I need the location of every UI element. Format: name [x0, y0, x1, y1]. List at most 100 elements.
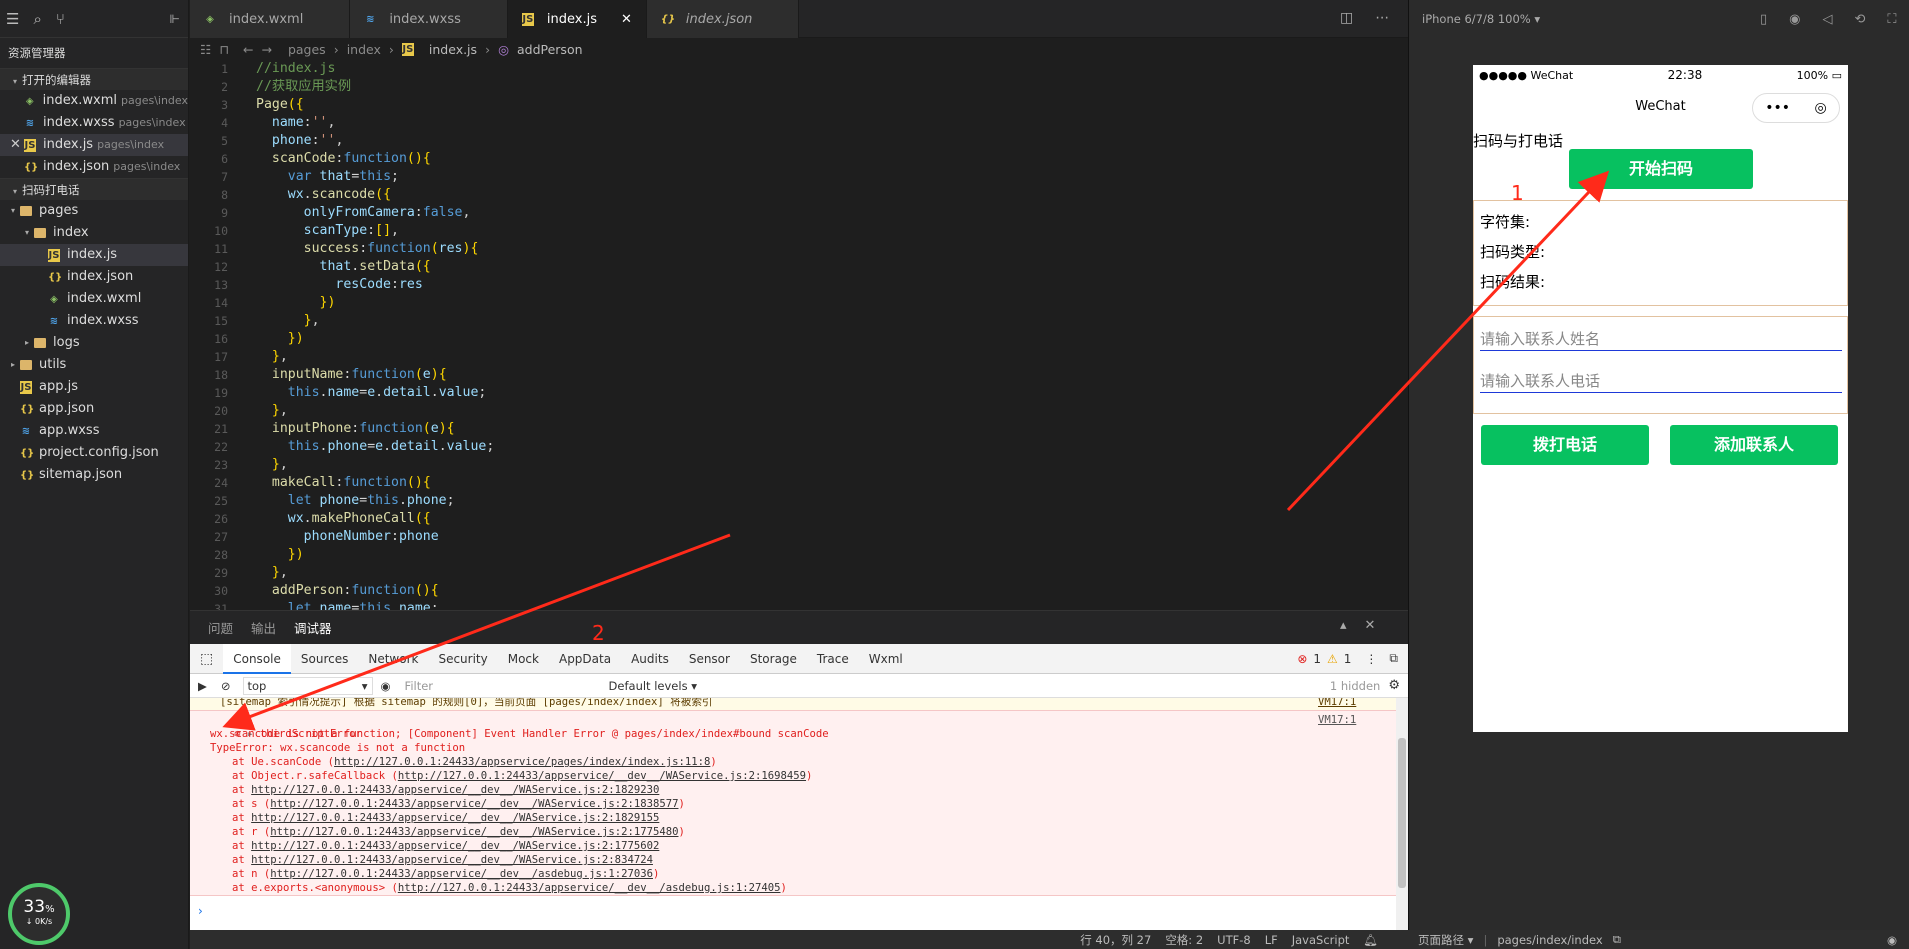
page-path-label[interactable]: 页面路径 ▾	[1418, 932, 1473, 948]
inspect-icon[interactable]: ⬚	[190, 651, 223, 667]
search-icon[interactable]: ⌕	[33, 10, 41, 28]
code-line[interactable]: this.name=e.detail.value;	[256, 384, 494, 402]
devtools-menu-icon[interactable]: ⋮	[1365, 652, 1377, 666]
undock-icon[interactable]: ⧉	[1389, 651, 1398, 666]
close-icon[interactable]: ✕	[10, 134, 24, 156]
warning-count[interactable]: 1	[1344, 652, 1352, 666]
stack-frame-link[interactable]: http://127.0.0.1:24433/appservice/__dev_…	[270, 826, 678, 838]
console-scrollbar[interactable]	[1396, 698, 1408, 930]
code-line[interactable]: name:'',	[256, 114, 494, 132]
stack-frame-link[interactable]: http://127.0.0.1:24433/appservice/__dev_…	[251, 854, 653, 866]
volume-icon[interactable]: ◁	[1823, 12, 1833, 27]
code-line[interactable]: },	[256, 456, 494, 474]
tab-index-js[interactable]: JS index.js ✕	[507, 0, 647, 38]
make-call-button[interactable]: 拨打电话	[1481, 425, 1649, 465]
stack-frame-link[interactable]: http://127.0.0.1:24433/appservice/pages/…	[334, 756, 710, 768]
devtools-tab-network[interactable]: Network	[358, 644, 428, 674]
code-line[interactable]: },	[256, 312, 494, 330]
crumb-symbol[interactable]: addPerson	[517, 42, 583, 57]
code-line[interactable]: scanType:[],	[256, 222, 494, 240]
source-control-icon[interactable]: ⑂	[56, 10, 65, 28]
cursor-position[interactable]: 行 40，列 27	[1080, 932, 1151, 948]
devtools-tab-mock[interactable]: Mock	[498, 644, 549, 674]
notification-icon[interactable]: 🔔︎	[1363, 933, 1378, 947]
forward-icon[interactable]: →	[261, 42, 271, 57]
open-editors-header[interactable]: ▾ 打开的编辑器	[0, 68, 188, 90]
tree-folder[interactable]: ▾ pages	[0, 200, 188, 222]
devtools-tab-wxml[interactable]: Wxml	[859, 644, 913, 674]
code-line[interactable]: var that=this;	[256, 168, 494, 186]
code-line[interactable]: let phone=this.phone;	[256, 492, 494, 510]
devtools-tab-audits[interactable]: Audits	[621, 644, 679, 674]
levels-select[interactable]: Default levels ▾	[609, 679, 697, 693]
tree-file[interactable]: {} project.config.json	[0, 442, 188, 464]
tree-file[interactable]: {} app.json	[0, 398, 188, 420]
split-editor-icon[interactable]: ◫	[1340, 10, 1353, 26]
code-line[interactable]: inputPhone:function(e){	[256, 420, 494, 438]
maximize-panel-icon[interactable]: ▴	[1340, 618, 1347, 633]
devtools-tab-sources[interactable]: Sources	[291, 644, 358, 674]
device-select[interactable]: iPhone 6/7/8 100% ▾	[1422, 12, 1540, 26]
more-icon[interactable]: ⋯	[1375, 10, 1389, 26]
crumb-pages[interactable]: pages	[288, 42, 326, 57]
code-line[interactable]: inputName:function(e){	[256, 366, 494, 384]
code-line[interactable]: })	[256, 294, 494, 312]
eye-icon[interactable]: ◉	[373, 679, 399, 693]
code-line[interactable]: this.phone=e.detail.value;	[256, 438, 495, 456]
code-line[interactable]: success:function(res){	[256, 240, 494, 258]
context-select[interactable]: top ▾	[242, 676, 373, 695]
add-contact-button[interactable]: 添加联系人	[1670, 425, 1838, 465]
preview-eye-icon[interactable]: ◉	[1887, 933, 1897, 947]
code-line[interactable]: })	[256, 546, 494, 564]
contact-phone-input[interactable]: 请输入联系人电话	[1480, 365, 1842, 393]
debug-icon[interactable]: ⊩	[170, 12, 180, 26]
clear-console-icon[interactable]: ⊘	[215, 679, 237, 693]
code-line[interactable]: //index.js	[256, 60, 494, 78]
tab-index-json[interactable]: {} index.json	[646, 0, 800, 38]
tree-file[interactable]: ≋ index.wxss	[0, 310, 188, 332]
tab-index-wxml[interactable]: ◈ index.wxml	[190, 0, 351, 38]
devtools-tab-storage[interactable]: Storage	[740, 644, 807, 674]
open-editor-item[interactable]: ◈ index.wxml pages\index	[0, 90, 188, 112]
record-icon[interactable]: ◉	[1789, 12, 1800, 27]
performance-gauge[interactable]: 33% ↓ 0K/s	[8, 883, 70, 945]
stack-frame-link[interactable]: http://127.0.0.1:24433/appservice/__dev_…	[398, 882, 781, 894]
code-line[interactable]: that.setData({	[256, 258, 494, 276]
encoding[interactable]: UTF-8	[1217, 933, 1251, 947]
console-output[interactable]: [sitemap 索引情况提示] 根据 sitemap 的规则[0]，当前页面 …	[190, 698, 1408, 930]
filter-input[interactable]: Filter	[399, 678, 599, 694]
close-target-icon[interactable]: ◎	[1815, 93, 1827, 123]
tree-file[interactable]: ◈ index.wxml	[0, 288, 188, 310]
contact-name-input[interactable]: 请输入联系人姓名	[1480, 323, 1842, 351]
open-editor-item[interactable]: {} index.json pages\index	[0, 156, 188, 178]
code-line[interactable]: scanCode:function(){	[256, 150, 494, 168]
stack-frame-link[interactable]: http://127.0.0.1:24433/appservice/__dev_…	[270, 868, 653, 880]
tab-problems[interactable]: 问题	[208, 618, 233, 637]
stack-frame-link[interactable]: http://127.0.0.1:24433/appservice/__dev_…	[251, 812, 659, 824]
devtools-tab-security[interactable]: Security	[428, 644, 497, 674]
console-prompt[interactable]: ›	[198, 904, 203, 918]
open-editor-item[interactable]: ≋ index.wxss pages\index	[0, 112, 188, 134]
stack-frame-link[interactable]: http://127.0.0.1:24433/appservice/__dev_…	[251, 784, 659, 796]
start-scan-button[interactable]: 开始扫码	[1569, 149, 1753, 189]
tab-debugger[interactable]: 调试器	[294, 618, 332, 637]
tree-file[interactable]: {} sitemap.json	[0, 464, 188, 486]
code-line[interactable]: },	[256, 402, 494, 420]
code-editor[interactable]: 1 2 3 4 5 6 7 8 9 10 11 12 13 14 15 16 17 18 19 20 21 22 23 24 2…	[190, 60, 1408, 610]
tree-file[interactable]: ≋ app.wxss	[0, 420, 188, 442]
tree-file[interactable]: {} index.json	[0, 266, 188, 288]
stack-frame-link[interactable]: http://127.0.0.1:24433/appservice/__dev_…	[270, 798, 678, 810]
devtools-tab-trace[interactable]: Trace	[807, 644, 859, 674]
settings-icon[interactable]: ⚙	[1388, 678, 1408, 693]
tree-folder[interactable]: ▾ index	[0, 222, 188, 244]
close-panel-icon[interactable]: ✕	[1365, 618, 1376, 633]
fullscreen-icon[interactable]: ⛶	[1887, 12, 1896, 27]
code-line[interactable]: Page({	[256, 96, 494, 114]
bookmark-icon[interactable]: ⊓	[219, 42, 229, 57]
code-line[interactable]: makeCall:function(){	[256, 474, 494, 492]
language-mode[interactable]: JavaScript	[1292, 933, 1350, 947]
code-line[interactable]: wx.makePhoneCall({	[256, 510, 494, 528]
list-icon[interactable]: ☷	[200, 42, 211, 57]
code-line[interactable]: onlyFromCamera:false,	[256, 204, 494, 222]
stack-frame-link[interactable]: http://127.0.0.1:24433/appservice/__dev_…	[398, 770, 806, 782]
